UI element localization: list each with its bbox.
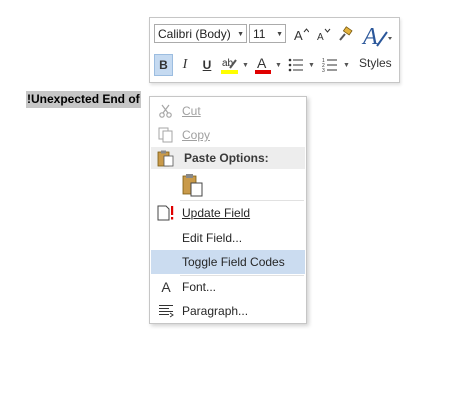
svg-text:A: A [294,28,303,42]
bullets-button[interactable] [287,55,305,75]
format-painter-button[interactable] [336,24,354,44]
numbering-icon: 1 2 3 [322,58,337,74]
menu-item-copy[interactable]: Copy [151,123,305,147]
paste-options-label: Paste Options: [184,151,269,165]
svg-text:A: A [361,24,378,50]
grow-font-icon: A [294,28,310,43]
bold-label: B [159,58,168,72]
svg-text:ab: ab [222,58,234,69]
font-color-button[interactable]: A [254,55,272,75]
font-color-icon: A [255,55,271,74]
italic-button[interactable]: I [177,55,193,75]
menu-item-edit-field[interactable]: Edit Field... [151,226,305,250]
svg-text:3: 3 [322,68,325,73]
chevron-down-icon: ▼ [237,31,244,38]
font-size-value: 11 [253,27,266,41]
menu-item-label: Cut [182,104,201,118]
menu-item-label: Font... [182,280,217,294]
bullets-icon [288,58,303,72]
mini-toolbar: Calibri (Body) ▼ 11 ▼ A A A Styles B I U… [149,17,400,83]
font-name-combo[interactable]: Calibri (Body) ▼ [154,24,247,43]
styles-label: Styles [359,56,392,70]
clipboard-icon [157,150,175,170]
font-icon: A [161,279,171,295]
italic-label: I [182,57,188,72]
chevron-down-icon[interactable]: ▼ [242,62,249,69]
svg-text:A: A [257,55,267,71]
styles-icon: A [361,24,392,50]
menu-item-paragraph[interactable]: Paragraph... [151,299,305,323]
svg-text:A: A [317,32,324,42]
font-name-value: Calibri (Body) [158,27,231,41]
menu-item-font[interactable]: A Font... [151,275,305,299]
menu-item-cut[interactable]: Cut [151,99,305,123]
chevron-down-icon[interactable]: ▼ [275,62,282,69]
chevron-down-icon: ▼ [276,31,283,38]
paste-options-header: Paste Options: [151,147,305,169]
menu-item-label: Edit Field... [182,231,243,245]
paste-clipboard-icon [182,174,203,197]
font-size-combo[interactable]: 11 ▼ [249,24,286,43]
menu-item-label: Copy [182,128,211,142]
format-painter-icon [339,26,353,41]
shrink-font-icon: A [317,28,331,43]
styles-button[interactable]: A [360,22,394,52]
menu-item-label: Toggle Field Codes [182,255,285,269]
paste-keep-text-only-button[interactable] [181,173,205,197]
grow-font-button[interactable]: A [292,24,310,44]
menu-item-label: Paragraph... [182,304,249,318]
underline-label: U [202,58,212,72]
underline-button[interactable]: U [199,55,215,75]
chevron-down-icon[interactable]: ▼ [343,62,350,69]
shrink-font-button[interactable]: A [314,24,332,44]
highlight-icon: ab [221,58,238,74]
menu-item-toggle-field-codes[interactable]: Toggle Field Codes [151,250,305,274]
bold-button[interactable]: B [154,54,173,76]
menu-item-label: Update Field [182,206,251,220]
chevron-down-icon[interactable]: ▼ [308,62,315,69]
paragraph-icon [157,299,175,327]
numbering-button[interactable]: 1 2 3 [321,55,339,75]
update-field-icon [157,201,175,229]
field-code-text: !Unexpected End of [26,91,141,108]
menu-item-update-field[interactable]: Update Field [151,201,305,225]
context-menu: Cut Copy Paste Options: Update Field Edi… [149,96,307,324]
highlight-color-button[interactable]: ab [220,55,240,75]
